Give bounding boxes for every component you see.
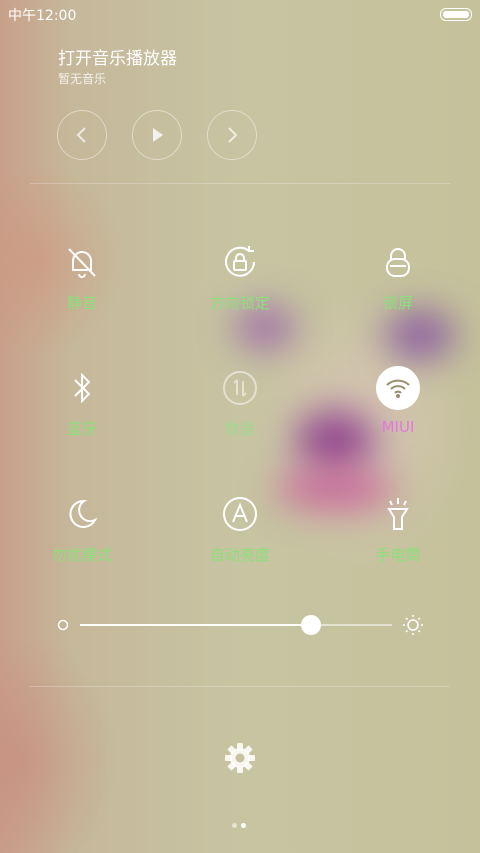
wifi-icon [376, 366, 420, 410]
page-dot-current [241, 823, 246, 828]
toggle-wifi[interactable]: MIUI [328, 366, 468, 456]
toggle-label: 勿扰模式 [51, 546, 112, 564]
toggle-label: MIUI [381, 418, 415, 436]
toggle-mute[interactable]: 静音 [12, 240, 152, 330]
next-icon [228, 127, 238, 143]
music-player-title[interactable]: 打开音乐播放器 [58, 44, 177, 69]
divider [30, 686, 450, 687]
toggle-bluetooth[interactable]: 蓝牙 [12, 366, 152, 456]
status-bar: 中午12:00 [0, 0, 480, 28]
toggle-label: 方向锁定 [209, 294, 270, 312]
brightness-slider[interactable] [56, 610, 426, 640]
battery-icon [440, 8, 472, 21]
clock: 中午12:00 [8, 8, 77, 24]
divider [30, 183, 450, 184]
toggle-label: 静音 [66, 294, 97, 312]
mobile-data-icon [218, 366, 262, 410]
previous-icon [76, 127, 86, 143]
brightness-thumb[interactable] [300, 615, 321, 635]
brightness-low-icon [57, 619, 69, 631]
toggle-label: 自动亮度 [209, 546, 270, 564]
play-button[interactable] [132, 110, 182, 160]
gear-icon[interactable] [224, 742, 256, 774]
next-button[interactable] [207, 110, 257, 160]
lock-icon [376, 240, 420, 284]
toggle-label: 蓝牙 [66, 420, 97, 438]
brightness-fill [80, 624, 311, 626]
bluetooth-icon [60, 366, 104, 410]
brightness-track[interactable] [80, 624, 392, 626]
toggle-mobile-data[interactable]: 数据 [170, 366, 310, 456]
toggle-label: 锁屏 [382, 294, 413, 312]
toggle-auto-brightness[interactable]: 自动亮度 [170, 492, 310, 582]
page-dot [232, 823, 237, 828]
previous-button[interactable] [57, 110, 107, 160]
toggle-flashlight[interactable]: 手电筒 [328, 492, 468, 582]
play-icon [153, 128, 163, 142]
brightness-high-icon [403, 615, 423, 635]
toggle-lock-screen[interactable]: 锁屏 [328, 240, 468, 330]
toggle-rotation-lock[interactable]: 方向锁定 [170, 240, 310, 330]
mute-bell-icon [60, 240, 104, 284]
flashlight-icon [376, 492, 420, 536]
rotation-lock-icon [218, 240, 262, 284]
music-player-subtitle: 暂无音乐 [58, 72, 107, 86]
page-indicator [230, 813, 248, 832]
auto-brightness-icon [218, 492, 262, 536]
toggle-label: 数据 [224, 420, 255, 438]
toggle-do-not-disturb[interactable]: 勿扰模式 [12, 492, 152, 582]
toggle-label: 手电筒 [375, 546, 421, 564]
moon-icon [60, 492, 104, 536]
